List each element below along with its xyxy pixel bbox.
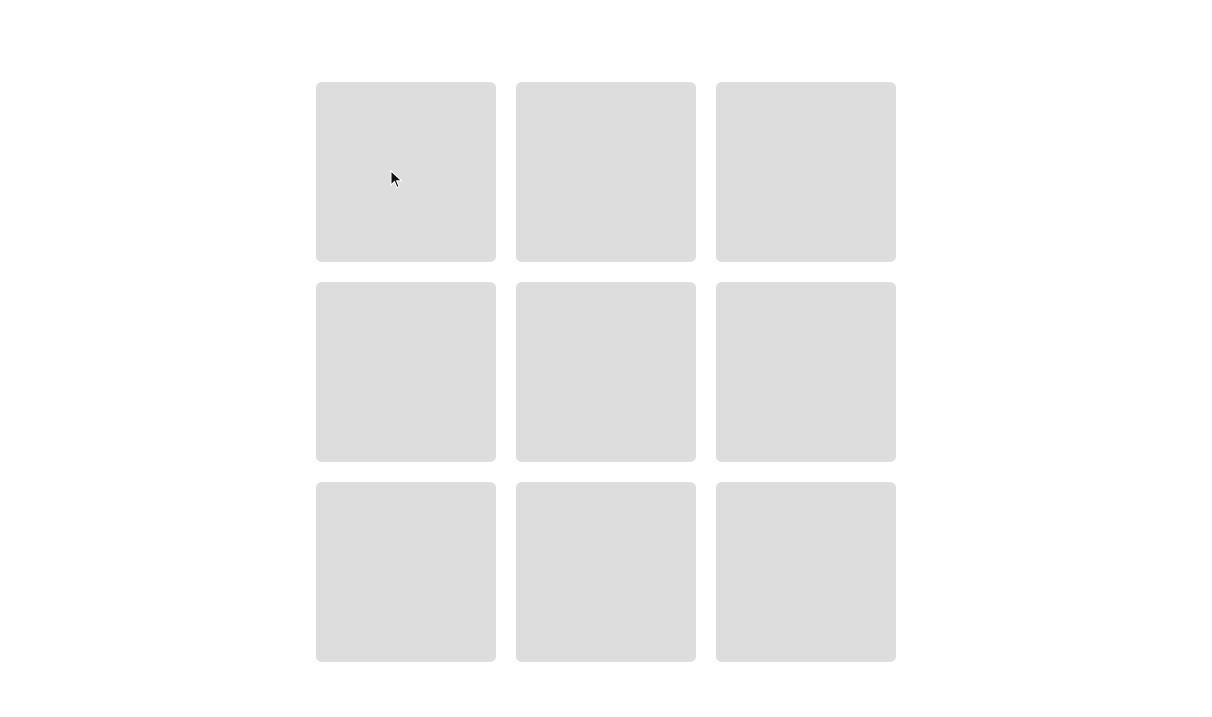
card-tile-7[interactable] xyxy=(316,482,496,662)
card-tile-6[interactable] xyxy=(716,282,896,462)
card-tile-2[interactable] xyxy=(516,82,696,262)
game-page xyxy=(0,0,1212,717)
card-tile-1[interactable] xyxy=(316,82,496,262)
card-tile-4[interactable] xyxy=(316,282,496,462)
card-tile-8[interactable] xyxy=(516,482,696,662)
card-tile-3[interactable] xyxy=(716,82,896,262)
memory-game-board xyxy=(316,82,896,662)
card-tile-9[interactable] xyxy=(716,482,896,662)
card-tile-5[interactable] xyxy=(516,282,696,462)
